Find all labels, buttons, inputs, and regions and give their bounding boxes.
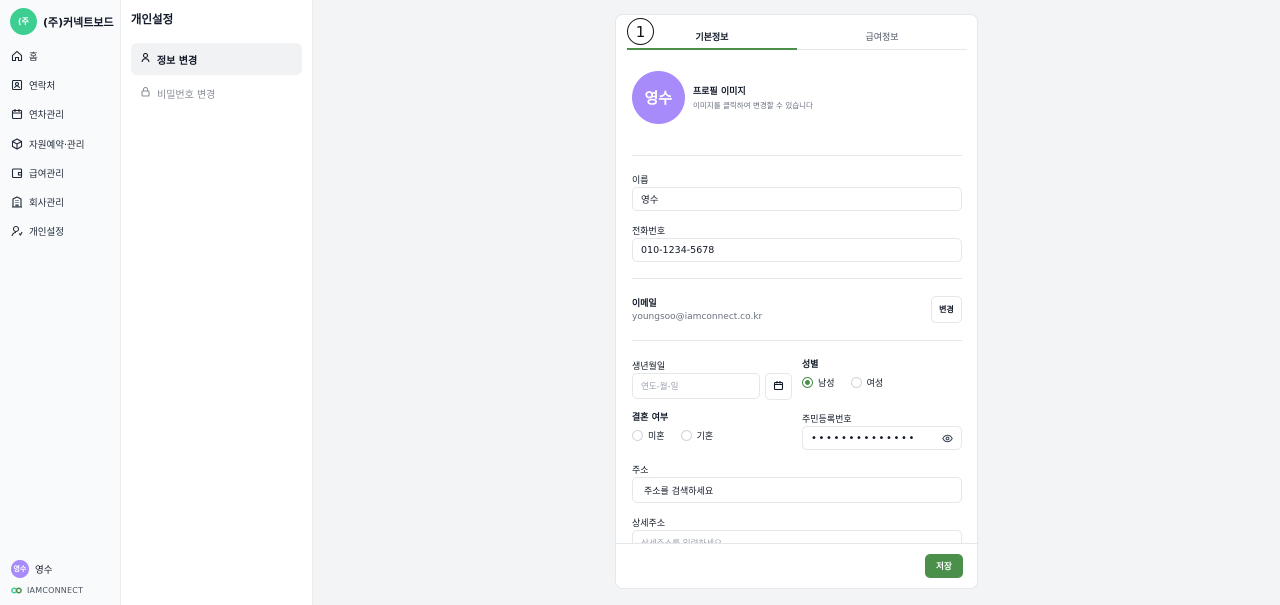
annotation-marker: 1 [627,18,654,45]
divider [632,340,962,341]
phone-input[interactable]: 010-1234-5678 [632,238,962,262]
brand[interactable]: (주 (주)커넥트보드 [10,8,114,35]
nav-item-leave[interactable]: 연차관리 [0,100,121,129]
divider [632,278,962,279]
radio-dot [802,377,813,388]
profile-image-hint: 이미지를 클릭하여 변경할 수 있습니다 [693,101,813,110]
phone-label: 전화번호 [632,227,666,237]
radio-dot [632,430,643,441]
save-button[interactable]: 저장 [925,554,963,578]
nav-item-label: 자원예약·관리 [29,139,85,151]
nav-item-home[interactable]: 홈 [0,41,121,70]
calendar-icon [773,380,784,394]
form-footer: 저장 [616,543,977,588]
home-icon [11,50,23,62]
marital-label: 결혼 여부 [632,413,669,423]
rrn-label: 주민등록번호 [802,415,852,425]
connect-logo-icon [11,584,22,597]
company-label: IAMCONNECT [11,584,83,597]
profile-form-card: 기본정보 급여정보 1 영수 프로필 이미지 이미지를 클릭하여 변경할 수 있… [615,14,978,589]
email-change-button[interactable]: 변경 [931,296,962,323]
nav-item-label: 연락처 [29,80,56,92]
radio-label: 기혼 [696,432,714,442]
radio-label: 여성 [866,379,884,389]
avatar: 영수 [11,560,29,578]
building-icon [11,196,23,208]
nav-item-contacts[interactable]: 연락처 [0,70,121,99]
contact-icon [11,79,23,91]
lock-icon [140,86,151,100]
brand-name: (주)커넥트보드 [43,15,114,29]
gender-label: 성별 [802,360,819,370]
brand-logo: (주 [10,8,37,35]
gender-radio-group: 남성 여성 [802,376,899,389]
nav-item-label: 연차관리 [29,110,64,122]
gender-female-radio[interactable]: 여성 [850,376,884,389]
settings-item-label: 비밀번호 변경 [157,89,216,101]
calendar-icon [11,108,23,120]
nav-list: 홈 연락처 연차관리 자원예약·관리 급여관리 회사관리 개인설정 [0,41,121,246]
birthdate-input[interactable]: 연도-월-일 [632,373,760,399]
nav-item-label: 회사관리 [29,198,64,210]
name-label: 이름 [632,176,649,186]
rrn-input[interactable]: •••••••••••••• [802,426,962,450]
settings-title: 개인설정 [131,12,174,26]
radio-label: 미혼 [648,432,665,442]
email-value: youngsoo@iamconnect.co.kr [632,312,763,322]
address-detail-input[interactable]: 상세주소를 입력하세요 [632,530,962,543]
nav-item-personal-settings[interactable]: 개인설정 [0,217,121,246]
main-sidebar: (주 (주)커넥트보드 홈 연락처 연차관리 자원예약·관리 급여관리 회사관리… [0,0,121,605]
nav-item-label: 개인설정 [29,227,64,239]
form-scroll-area[interactable]: 영수 프로필 이미지 이미지를 클릭하여 변경할 수 있습니다 이름 영수 전화… [616,51,977,543]
profile-image-section: 영수 프로필 이미지 이미지를 클릭하여 변경할 수 있습니다 [632,71,813,124]
date-picker-button[interactable] [765,373,792,400]
nav-item-resources[interactable]: 자원예약·관리 [0,129,121,158]
address-search-input[interactable]: 주소를 검색하세요 [632,477,962,503]
radio-dot [680,430,692,441]
user-settings-icon [11,225,23,237]
settings-item-profile[interactable]: 정보 변경 [131,43,302,75]
settings-sidebar: 개인설정 정보 변경 비밀번호 변경 [121,0,313,605]
wallet-icon [11,167,23,179]
email-label: 이메일 [632,299,657,309]
user-icon [140,52,151,66]
profile-avatar[interactable]: 영수 [632,71,685,124]
tab-bar: 기본정보 급여정보 [627,23,967,50]
nav-item-label: 급여관리 [29,168,64,180]
gender-male-radio[interactable]: 남성 [802,376,835,389]
nav-item-payroll[interactable]: 급여관리 [0,158,121,187]
radio-dot [850,377,862,388]
settings-item-label: 정보 변경 [157,55,198,67]
profile-image-title: 프로필 이미지 [693,87,746,97]
name-input[interactable]: 영수 [632,187,962,211]
settings-item-password[interactable]: 비밀번호 변경 [131,77,302,109]
birthdate-label: 생년월일 [632,362,666,372]
rrn-value: •••••••••••••• [811,432,916,444]
company-name: IAMCONNECT [27,586,84,595]
divider [632,155,962,156]
nav-item-company[interactable]: 회사관리 [0,187,121,216]
tab-salary-info[interactable]: 급여정보 [797,23,967,49]
nav-item-label: 홈 [29,51,38,63]
address-label: 주소 [632,466,649,476]
marital-married-radio[interactable]: 기혼 [680,429,714,442]
marital-single-radio[interactable]: 미혼 [632,429,665,442]
marital-radio-group: 미혼 기혼 [632,429,729,442]
current-user[interactable]: 영수 영수 [11,560,52,578]
address-detail-label: 상세주소 [632,519,666,529]
radio-label: 남성 [818,379,835,389]
box-icon [11,137,23,150]
eye-icon[interactable] [942,433,953,447]
user-name: 영수 [35,565,53,576]
